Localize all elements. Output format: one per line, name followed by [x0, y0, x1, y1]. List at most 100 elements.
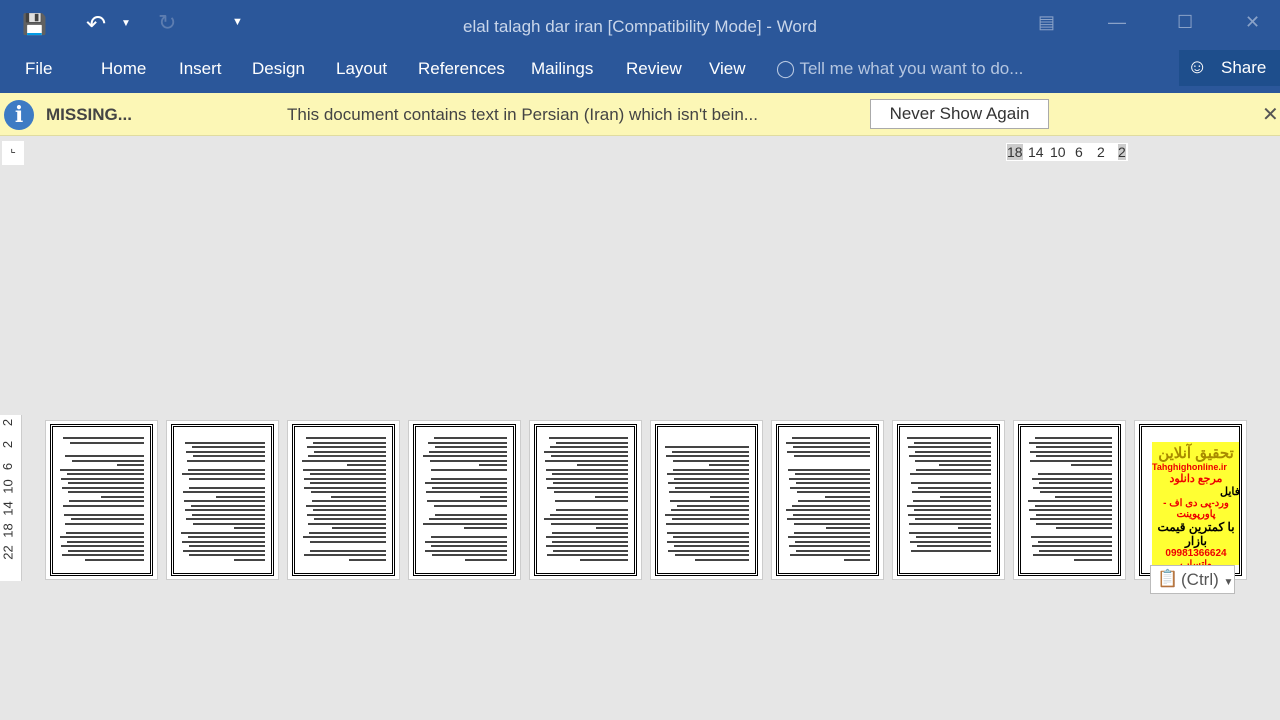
never-show-again-button[interactable]: Never Show Again: [870, 99, 1049, 129]
text-line: [957, 527, 991, 529]
text-line: [85, 558, 144, 561]
text-line: [422, 522, 507, 525]
vertical-ruler[interactable]: 2 2 6 10 14 18 22: [0, 415, 22, 581]
page-thumbnail[interactable]: [408, 420, 521, 580]
text-line: [182, 549, 265, 552]
paste-options-button[interactable]: 📋 (Ctrl) ▼: [1150, 565, 1235, 594]
person-add-icon: ☺: [1187, 56, 1208, 78]
text-line: [549, 446, 628, 448]
tab-review[interactable]: Review: [626, 59, 682, 79]
page-border: [534, 424, 637, 576]
text-line: [431, 545, 507, 547]
page-thumbnail[interactable]: [166, 420, 279, 580]
ad-site: Tahghighonline.ir: [1152, 462, 1227, 472]
text-line: [790, 554, 870, 556]
page-border: تحقیق آنلاین Tahghighonline.ir مرجع دانل…: [1139, 424, 1242, 576]
text-line: [545, 536, 628, 538]
ad-line: ورد-پی دی اف - پاورپوینت: [1163, 498, 1229, 520]
tab-references[interactable]: References: [418, 59, 505, 79]
text-line: [313, 518, 386, 520]
text-line: [786, 450, 870, 453]
text-line: [796, 549, 870, 552]
tab-insert[interactable]: Insert: [179, 59, 222, 79]
text-line: [664, 446, 749, 448]
text-line: [912, 500, 991, 502]
page-thumbnail[interactable]: [892, 420, 1005, 580]
tab-selector[interactable]: ⌞: [2, 141, 24, 165]
page-thumbnail[interactable]: [650, 420, 763, 580]
text-line: [310, 482, 386, 484]
tell-me-search[interactable]: ◯ Tell me what you want to do...: [776, 59, 1023, 79]
text-line: [793, 522, 870, 525]
text-line: [670, 509, 749, 511]
text-line: [464, 558, 507, 561]
ruler-label: 14: [1028, 144, 1044, 160]
text-line: [551, 531, 628, 534]
text-line: [432, 554, 507, 556]
text-line: [547, 486, 628, 489]
text-line: [181, 473, 265, 475]
page-thumbnail[interactable]: [287, 420, 400, 580]
window-title: elal talagh dar iran [Compatibility Mode…: [462, 17, 817, 36]
ad-line: با کمترین قیمت بازار: [1157, 520, 1235, 548]
text-line: [1032, 545, 1112, 547]
ruler-label: 10: [1050, 144, 1066, 160]
text-line: [547, 554, 628, 556]
text-line: [553, 482, 628, 484]
text-line: [183, 482, 265, 484]
text-line: [64, 446, 144, 448]
text-line: [939, 464, 991, 466]
close-message-icon[interactable]: ✕: [1262, 102, 1279, 127]
text-line: [478, 464, 507, 466]
text-line: [1034, 437, 1112, 439]
text-line: [788, 536, 870, 538]
text-line: [427, 441, 507, 444]
text-line: [463, 527, 507, 529]
text-line: [671, 518, 749, 520]
text-line: [425, 473, 507, 475]
tab-design[interactable]: Design: [252, 59, 305, 79]
text-line: [914, 518, 991, 520]
text-line: [1029, 450, 1112, 453]
text-line: [185, 450, 265, 453]
text-line: [234, 558, 265, 561]
ribbon-display-icon[interactable]: ▤: [1038, 12, 1055, 33]
ruler-label: 2: [1118, 144, 1126, 160]
close-icon[interactable]: ✕: [1245, 12, 1260, 33]
text-line: [907, 446, 991, 448]
share-button[interactable]: ☺ Share: [1179, 50, 1280, 86]
tab-view[interactable]: View: [709, 59, 746, 79]
tab-layout[interactable]: Layout: [336, 59, 387, 79]
maximize-icon[interactable]: ☐: [1177, 12, 1193, 33]
text-line: [301, 459, 386, 462]
text-line: [959, 559, 991, 561]
text-line: [307, 455, 386, 457]
text-line: [554, 500, 628, 502]
minimize-icon[interactable]: —: [1108, 12, 1126, 33]
tab-mailings[interactable]: Mailings: [531, 59, 593, 79]
text-line: [187, 468, 265, 471]
text-line: [552, 540, 628, 543]
page-thumbnail[interactable]: [1013, 420, 1126, 580]
text-line: [192, 522, 265, 525]
message-text: This document contains text in Persian (…: [287, 105, 758, 124]
text-line: [312, 441, 386, 444]
text-line: [554, 491, 628, 493]
text-line: [789, 545, 870, 547]
tab-home[interactable]: Home: [101, 59, 146, 79]
text-line: [791, 437, 870, 439]
tab-file[interactable]: File: [25, 59, 52, 79]
title-bar: 💾 ↶ ▼ ↻ ▼ elal talagh dar iran [Compatib…: [0, 0, 1280, 50]
text-line: [331, 527, 386, 529]
horizontal-ruler[interactable]: 18 14 10 6 2 2: [1006, 143, 1128, 161]
page-thumbnail[interactable]: [771, 420, 884, 580]
message-title: MISSING...: [46, 105, 132, 124]
text-line: [66, 540, 144, 543]
page-thumbnail[interactable]: تحقیق آنلاین Tahghighonline.ir مرجع دانل…: [1134, 420, 1247, 580]
text-line: [543, 450, 628, 453]
text-line: [910, 473, 991, 475]
text-line: [792, 513, 870, 516]
text-line: [427, 500, 507, 502]
page-thumbnail[interactable]: [529, 420, 642, 580]
page-thumbnail[interactable]: [45, 420, 158, 580]
